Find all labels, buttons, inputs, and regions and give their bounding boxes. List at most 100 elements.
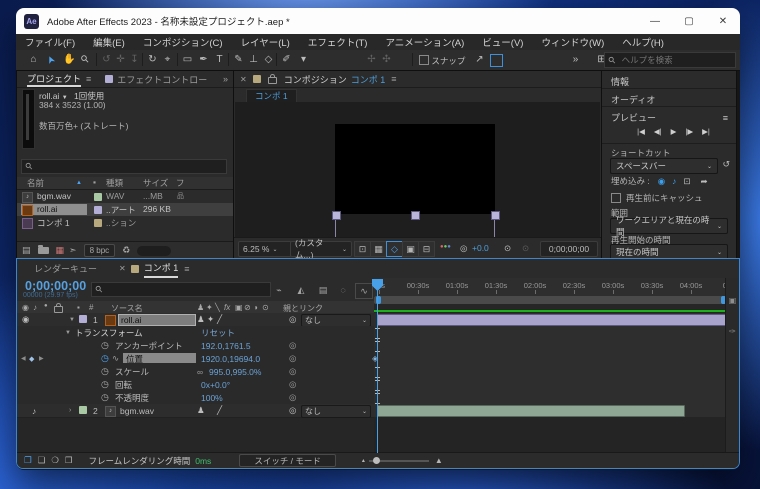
shape-tool-icon[interactable]: ▭ — [180, 52, 195, 67]
layer-handle[interactable] — [491, 211, 500, 220]
comp-flowchart-icon[interactable]: ⌁ — [271, 283, 287, 297]
eraser-tool-icon[interactable]: ◇ — [261, 52, 276, 67]
maximize-button[interactable]: ▢ — [672, 8, 706, 34]
expand-icon[interactable]: ▼ — [69, 313, 75, 326]
layer-quality-icon[interactable]: ╱ — [217, 313, 222, 326]
tab-composition[interactable]: コンポジション — [284, 73, 347, 86]
switch-fx-icon[interactable]: fx — [224, 303, 230, 312]
toolbar-overflow-icon[interactable]: » — [568, 52, 583, 67]
selection-tool-icon[interactable]: ➤ — [42, 50, 62, 70]
region-of-interest-icon[interactable]: ▣ — [402, 241, 419, 257]
scale-label[interactable]: スケール — [115, 365, 149, 378]
layer-row-bgm[interactable]: ♪ › 2 ♪ bgm.wav ♟ ╱ ◎ なし ⌄ — [17, 404, 374, 418]
label-chip-tan[interactable] — [94, 219, 102, 227]
tab-comp-timeline[interactable]: コンポ 1 — [143, 259, 179, 278]
minimize-button[interactable]: — — [638, 8, 672, 34]
transform-group-row[interactable]: ▼ トランスフォーム リセット — [17, 326, 374, 340]
layer-quality-icon[interactable]: ╱ — [217, 404, 222, 417]
include-video-eye-icon[interactable]: ◉ — [658, 176, 665, 187]
zoom-in-mountain-icon[interactable]: ▲ — [435, 456, 443, 465]
layer-bar-bgm[interactable] — [377, 405, 685, 417]
puppet-pin-tool-icon[interactable]: ▾ — [296, 52, 311, 67]
home-icon[interactable]: ⌂ — [26, 52, 41, 67]
menu-effect[interactable]: エフェクト(T) — [299, 35, 377, 49]
stopwatch-active-icon[interactable]: ◷ — [101, 352, 109, 365]
include-overlays-icon[interactable]: ⊡ — [683, 176, 690, 187]
scale-value[interactable]: 995.0,995.0% — [209, 365, 261, 378]
transform-reset-link[interactable]: リセット — [201, 326, 235, 339]
interpret-footage-icon[interactable]: ▤ — [22, 245, 31, 256]
project-row-bgm[interactable]: ♪ bgm.wav WAV ...MB 品 — [17, 190, 233, 203]
tab-render-queue[interactable]: レンダーキュー — [34, 262, 97, 275]
dolly-camera-tool-icon[interactable]: ↧ — [127, 52, 142, 67]
next-keyframe-icon[interactable]: ▶ — [39, 352, 44, 365]
cache-checkbox[interactable] — [611, 193, 621, 203]
range-select[interactable]: ワークエリアと現在の時間 ⌄ — [610, 215, 728, 237]
zoom-slider-knob[interactable] — [372, 456, 380, 464]
timeline-tab-close-icon[interactable]: ✕ — [119, 264, 126, 273]
help-search[interactable]: ⚲ — [604, 52, 736, 68]
switches-modes-button[interactable]: スイッチ / モード — [239, 454, 336, 467]
layer-audio-speaker-icon[interactable]: ♪ — [32, 404, 36, 417]
shortcut-select[interactable]: スペースバー ⌄ — [610, 158, 718, 174]
project-tab-menu-icon[interactable]: ≡ — [86, 74, 91, 84]
video-column-icon[interactable]: ◉ — [22, 303, 29, 312]
transparency-grid-icon[interactable]: ▦ — [370, 241, 387, 257]
pen-tool-icon[interactable]: ✒ — [196, 52, 211, 67]
prev-frame-button[interactable]: ◀| — [654, 127, 662, 136]
snapshot-camera-icon[interactable]: ⊙ — [504, 243, 511, 254]
mask-feather-icon[interactable] — [490, 54, 503, 67]
axis-mode2-icon[interactable]: ✣ — [379, 52, 394, 67]
work-area-bar[interactable] — [374, 296, 726, 304]
roto-brush-tool-icon[interactable]: ✐ — [279, 52, 294, 67]
layer-shy-icon[interactable]: ♟ — [197, 404, 205, 417]
close-button[interactable]: ✕ — [706, 8, 740, 34]
switch-frame-blend-icon[interactable]: ▣ — [235, 303, 243, 312]
graph-editor-icon[interactable]: ∿ — [355, 283, 373, 299]
label-chip-green[interactable] — [94, 193, 102, 201]
comp-breadcrumb[interactable]: コンポ 1 — [246, 89, 297, 103]
switch-motion-blur-icon[interactable]: ⊘ — [244, 303, 251, 312]
scale-row[interactable]: ◷ スケール ∞ 995.0,995.0% ◎ — [17, 365, 374, 379]
motion-blur-toggle-icon[interactable]: ❍ — [51, 455, 59, 466]
tab-project[interactable]: プロジェクト — [27, 71, 82, 87]
timeline-zoom-slider[interactable] — [368, 456, 429, 464]
cache-checkbox-row[interactable]: 再生前にキャッシュ — [602, 192, 736, 204]
axis-mode-icon[interactable]: ✢ — [364, 52, 379, 67]
draft-3d-icon[interactable]: ◭ — [293, 283, 309, 297]
zoom-tool-icon[interactable]: ⚲ — [75, 49, 96, 70]
timeline-track-area[interactable]: ◈ — [372, 313, 726, 468]
pan-behind-tool-icon[interactable]: ⌖ — [160, 52, 175, 67]
brush-tool-icon[interactable]: ✎ — [231, 52, 246, 67]
trash-icon[interactable]: ♻ — [122, 245, 130, 256]
panel-info[interactable]: 情報 — [602, 75, 736, 88]
position-row[interactable]: ◀ ◆ ▶ ◷ ∿ 位置 1920.0,19694.0 ◎ — [17, 352, 374, 366]
first-frame-button[interactable]: |◀ — [637, 127, 645, 136]
snap-toggle[interactable]: スナップ — [419, 55, 465, 67]
text-tool-icon[interactable]: T — [212, 52, 227, 67]
opacity-value[interactable]: 100% — [201, 391, 223, 404]
viewer-timecode[interactable]: 0;00;00;00 — [540, 241, 598, 257]
label-chip-lavender[interactable] — [94, 206, 102, 214]
anchor-point-value[interactable]: 192.0,1761.5 — [201, 339, 251, 352]
position-label[interactable]: 位置 — [123, 353, 196, 364]
col-type[interactable]: 種類 — [106, 177, 123, 189]
playhead-line[interactable] — [377, 281, 378, 453]
reset-icon[interactable]: ↺ — [722, 159, 730, 170]
frame-blend-toggle-icon[interactable]: ❏ — [38, 455, 46, 466]
stopwatch-icon[interactable]: ◷ — [101, 391, 109, 404]
sort-arrow-icon[interactable]: ▲ — [76, 180, 82, 186]
snap-checkbox[interactable] — [419, 55, 429, 65]
layer-bar-roll[interactable] — [377, 314, 726, 326]
menu-file[interactable]: ファイル(F) — [16, 35, 84, 49]
menu-help[interactable]: ヘルプ(H) — [613, 35, 673, 49]
group-expand-icon[interactable]: ▼ — [65, 326, 71, 339]
lock-column-icon[interactable] — [54, 303, 63, 313]
rotation-row[interactable]: ◷ 回転 0x+0.0° ◎ — [17, 378, 374, 392]
comp-tab-menu-icon[interactable]: ≡ — [391, 74, 396, 84]
new-comp-icon[interactable]: ▦ — [56, 245, 64, 256]
exposure-icon[interactable]: ◎ — [460, 243, 467, 254]
switch-adjustment-icon[interactable]: ◑ — [253, 303, 258, 312]
work-area-end-icon[interactable]: ▣ — [726, 296, 739, 305]
stopwatch-icon[interactable]: ◷ — [101, 339, 109, 352]
